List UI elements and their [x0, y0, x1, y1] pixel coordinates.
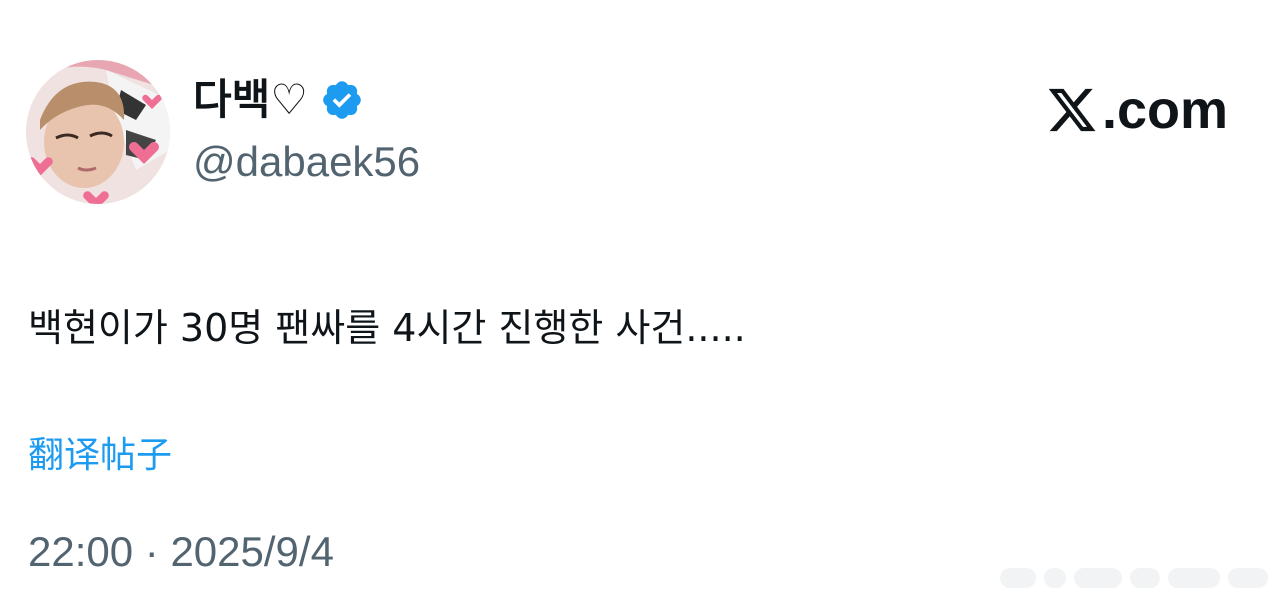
verified-badge-icon — [320, 78, 364, 122]
timestamp-separator: · — [144, 528, 159, 575]
tweet-text: 백현이가 30명 팬싸를 4시간 진행한 사건..... — [28, 306, 746, 350]
faded-watermark — [1000, 566, 1270, 590]
tweet-time: 22:00 — [28, 528, 134, 575]
avatar[interactable] — [26, 60, 170, 204]
avatar-image — [26, 60, 170, 204]
user-handle[interactable]: @dabaek56 — [193, 136, 420, 188]
x-logo-icon — [1048, 88, 1096, 132]
x-logo: .com — [1044, 80, 1228, 140]
translate-post-link[interactable]: 翻译帖子 — [28, 432, 172, 480]
display-name[interactable]: 다백♡ — [193, 72, 308, 128]
x-logo-text: .com — [1102, 80, 1229, 140]
tweet-date: 2025/9/4 — [170, 528, 334, 575]
tweet-card: 다백♡ @dabaek56 .com 백현이가 30명 팬싸를 4시간 진행한 … — [0, 0, 1284, 606]
author-name-row: 다백♡ — [193, 72, 364, 128]
timestamp-row[interactable]: 22:00 · 2025/9/4 — [28, 526, 334, 578]
